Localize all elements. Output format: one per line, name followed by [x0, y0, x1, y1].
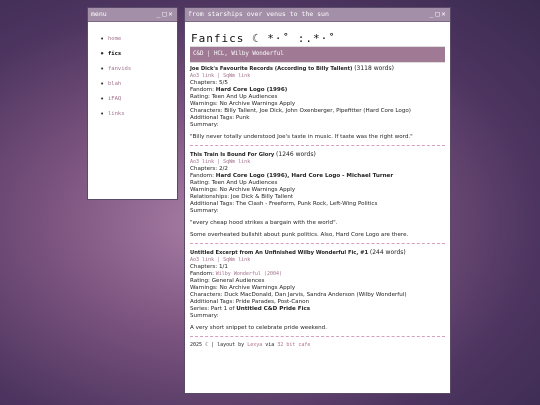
fandom-label: Fandom:: [190, 173, 216, 179]
nav-item-fics[interactable]: fics: [100, 50, 169, 58]
additional-tags: Additional Tags: Punk: [190, 115, 250, 121]
fandom-line: Fandom: Hard Core Logo (1996), Hard Core…: [190, 173, 445, 180]
work-title[interactable]: This Train Is Bound For Glory: [190, 152, 274, 158]
fandom[interactable]: Wilby Wonderful (2004): [216, 271, 282, 277]
page-title: Fanfics ☾ *·˚ :.*·˚: [191, 32, 336, 45]
relationships: Relationships: Joe Dick & Billy Tallent: [190, 194, 294, 200]
warnings: Warnings: No Archive Warnings Apply: [190, 285, 296, 291]
word-count: (3118 words): [354, 65, 394, 72]
fandom-label: Fandom:: [190, 87, 216, 93]
section-header: C&D | HCL, Wilby Wonderful: [190, 46, 445, 63]
menu-window-title: menu: [91, 10, 107, 18]
menu-window-controls: _□✕: [156, 8, 174, 21]
additional-tags: Additional Tags: Pride Parades, Post-Can…: [190, 299, 310, 305]
work-links[interactable]: Ao3 link | SqWm link: [190, 73, 445, 80]
menu-titlebar[interactable]: menu _□✕: [88, 8, 177, 22]
nav-item-blah[interactable]: blah: [100, 80, 169, 88]
fandom-line: Fandom: Wilby Wonderful (2004): [190, 271, 445, 278]
work-title[interactable]: Joe Dick's Favourite Records (According …: [190, 66, 352, 72]
work-entry: Untitled Excerpt from An Unfinished Wilb…: [190, 249, 445, 337]
nav-item-fanvids[interactable]: fanvids: [100, 65, 169, 73]
word-count: (244 words): [369, 249, 406, 256]
work-links[interactable]: Ao3 link | SqWm link: [190, 257, 445, 264]
additional-tags: Additional Tags: The Clash - Freeform, P…: [190, 201, 378, 207]
footer-source-link[interactable]: 32 bit cafe: [277, 342, 310, 348]
menu-window: menu _□✕ home fics fanvids blah iFAQ lin…: [87, 7, 178, 200]
main-content: Fanfics ☾ *·˚ :.*·˚ C&D | HCL, Wilby Won…: [185, 22, 450, 349]
work-entry: This Train Is Bound For Glory (1246 word…: [190, 151, 445, 244]
main-window: from starships over venus to the sun _□✕…: [184, 7, 451, 394]
footer-prefix: 2025 ☾ | layout by: [190, 342, 248, 348]
work-entry: Joe Dick's Favourite Records (According …: [190, 65, 445, 146]
chapters: Chapters: 2/2: [190, 166, 228, 172]
close-icon[interactable]: ✕: [441, 8, 447, 21]
footer: 2025 ☾ | layout by Lexya via 32 bit cafe: [190, 342, 445, 349]
characters: Characters: Duck MacDonald, Dan Jarvis, …: [190, 292, 407, 298]
warnings: Warnings: No Archive Warnings Apply: [190, 187, 296, 193]
summary: "every cheap hood strikes a bargain with…: [190, 220, 338, 226]
nav-item-links[interactable]: links: [100, 110, 169, 118]
series[interactable]: Untitled C&D Pride Fics: [236, 306, 310, 312]
series-label: Series: Part 1 of: [190, 306, 237, 312]
main-titlebar[interactable]: from starships over venus to the sun _□✕: [185, 8, 450, 22]
summary-label: Summary:: [190, 313, 219, 319]
nav-item-ifaq[interactable]: iFAQ: [100, 95, 169, 103]
fandom[interactable]: Hard Core Logo (1996), Hard Core Logo - …: [216, 173, 393, 179]
summary: A very short snippet to celebrate pride …: [190, 325, 328, 331]
rating: Rating: Teen And Up Audiences: [190, 94, 278, 100]
nav-item-home[interactable]: home: [100, 35, 169, 43]
summary-label: Summary:: [190, 122, 219, 128]
chapters: Chapters: 5/5: [190, 80, 228, 86]
close-icon[interactable]: ✕: [168, 8, 174, 21]
work-links[interactable]: Ao3 link | SqWm link: [190, 159, 445, 166]
main-window-title: from starships over venus to the sun: [188, 10, 329, 18]
word-count: (1246 words): [276, 151, 316, 158]
work-title[interactable]: Untitled Excerpt from An Unfinished Wilb…: [190, 250, 368, 256]
summary: "Billy never totally understood Joe's ta…: [190, 134, 413, 140]
fandom[interactable]: Hard Core Logo (1996): [216, 87, 288, 93]
warnings: Warnings: No Archive Warnings Apply: [190, 101, 296, 107]
footer-via: via: [262, 342, 278, 348]
series-line: Series: Part 1 of Untitled C&D Pride Fic…: [190, 306, 445, 313]
chapters: Chapters: 1/1: [190, 264, 228, 270]
nav-list: home fics fanvids blah iFAQ links: [98, 35, 169, 118]
rating: Rating: Teen And Up Audiences: [190, 180, 278, 186]
rating: Rating: General Audiences: [190, 278, 265, 284]
summary-label: Summary:: [190, 208, 219, 214]
summary-note: Some overheated bullshit about punk poli…: [190, 232, 409, 238]
footer-author-link[interactable]: Lexya: [247, 342, 262, 348]
fandom-label: Fandom:: [190, 271, 216, 277]
characters: Characters: Billy Tallent, Joe Dick, Joh…: [190, 108, 411, 114]
main-window-controls: _□✕: [429, 8, 447, 21]
fandom-line: Fandom: Hard Core Logo (1996): [190, 87, 445, 94]
